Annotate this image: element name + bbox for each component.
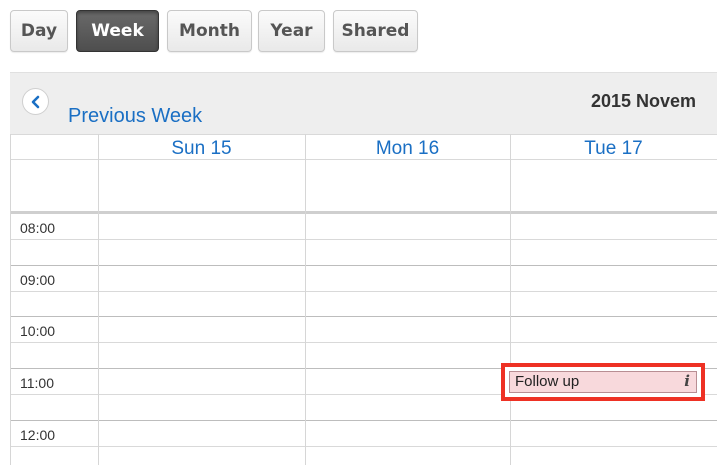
month-view-button[interactable]: Month <box>167 10 252 52</box>
time-label: 10:00 <box>20 323 56 339</box>
week-grid: Sun 15 Mon 16 Tue 17 08:00 09:00 10:00 1… <box>10 134 717 465</box>
week-view-button[interactable]: Week <box>76 10 159 52</box>
grid-line <box>10 265 717 266</box>
grid-line <box>510 134 511 465</box>
grid-line <box>10 134 717 135</box>
event-highlight: Follow up i <box>501 363 705 401</box>
calendar-header: Previous Week 2015 Novem <box>10 72 717 134</box>
grid-line <box>10 239 717 240</box>
shared-view-button[interactable]: Shared <box>333 10 418 52</box>
previous-week-link[interactable]: Previous Week <box>68 105 202 128</box>
grid-line <box>10 420 717 421</box>
grid-line <box>10 291 717 292</box>
grid-line <box>10 134 11 465</box>
grid-line <box>305 134 306 465</box>
calendar-event[interactable]: Follow up i <box>509 371 697 393</box>
event-title: Follow up <box>515 373 580 390</box>
grid-line <box>98 134 99 465</box>
day-header-sun[interactable]: Sun 15 <box>98 138 305 162</box>
time-label: 12:00 <box>20 427 56 443</box>
time-label: 09:00 <box>20 272 56 288</box>
time-label: 08:00 <box>20 220 56 236</box>
day-view-button[interactable]: Day <box>10 10 68 52</box>
grid-line <box>10 446 717 447</box>
chevron-left-icon[interactable] <box>22 88 49 115</box>
all-day-divider <box>10 211 717 214</box>
time-label: 11:00 <box>20 375 54 391</box>
period-title: 2015 Novem <box>591 91 697 111</box>
day-header-tue[interactable]: Tue 17 <box>510 138 717 162</box>
grid-line <box>10 342 717 343</box>
info-icon[interactable]: i <box>684 372 690 390</box>
grid-line <box>10 316 717 317</box>
year-view-button[interactable]: Year <box>258 10 325 52</box>
day-header-mon[interactable]: Mon 16 <box>305 138 510 162</box>
